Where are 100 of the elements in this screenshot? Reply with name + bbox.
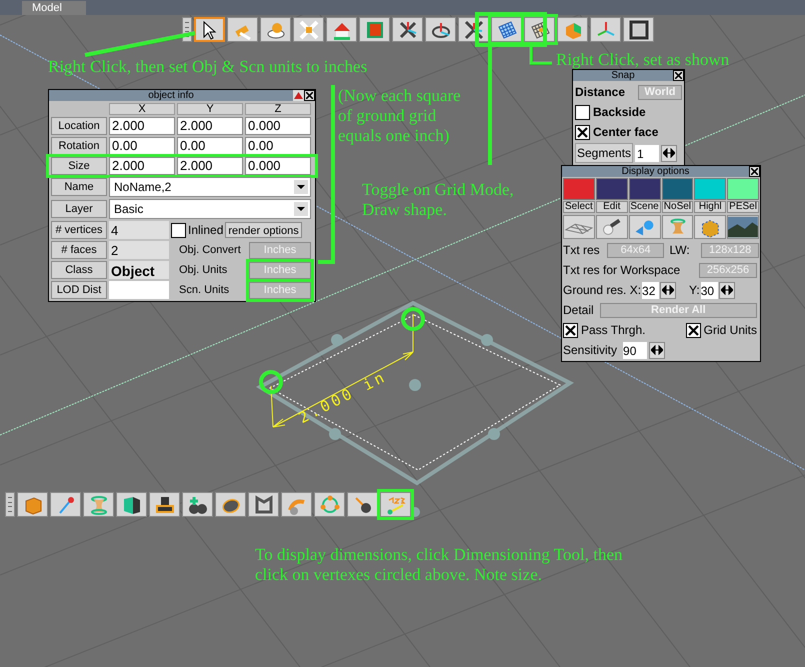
row-label: # faces (51, 241, 107, 259)
landscape-icon (728, 216, 758, 238)
checkbox-label: Pass Thrgh. (581, 322, 646, 339)
checkbox[interactable] (563, 322, 578, 338)
number-field[interactable]: 0.000 (245, 117, 311, 135)
check-mark-icon (565, 324, 576, 336)
row-label: Rotation (51, 137, 107, 155)
frame-icon (252, 494, 274, 516)
render-mode-button[interactable] (596, 215, 628, 239)
segments-field[interactable]: 1 (635, 144, 660, 162)
swatch-label: PESel (727, 201, 759, 213)
checkbox[interactable] (686, 322, 701, 338)
row-label: LOD Dist (51, 281, 107, 299)
dropdown-field[interactable]: NoName,2 (109, 177, 311, 197)
ground-y-field[interactable]: 30 (700, 282, 718, 298)
double-arrow-icon (663, 148, 676, 158)
tool-button[interactable] (116, 492, 147, 517)
value-field: Object (109, 261, 169, 279)
row-label: Layer (51, 200, 107, 218)
spinner-button[interactable] (660, 282, 676, 298)
checkbox[interactable] (575, 104, 590, 120)
setting-label: Sensitivity (563, 342, 618, 359)
collapse-icon[interactable] (293, 90, 304, 101)
swatch-label: Highl (694, 201, 726, 213)
color-swatch[interactable] (694, 178, 726, 200)
column-header: Z (245, 103, 311, 115)
render-options-button[interactable]: render options (225, 222, 302, 238)
checkbox[interactable] (575, 124, 590, 140)
row-label: Class (51, 261, 107, 279)
tool-button[interactable] (425, 17, 456, 42)
tool-button[interactable] (194, 17, 225, 42)
spinner-button[interactable] (718, 282, 735, 298)
value-field: 2 (109, 241, 169, 259)
render-mode-button[interactable] (727, 215, 759, 239)
row-label: Location (51, 117, 107, 135)
unit-label: Scn. Units (179, 282, 230, 298)
color-swatch[interactable] (727, 178, 759, 200)
distance-label: Distance (575, 84, 626, 101)
column-header: X (109, 103, 175, 115)
close-button[interactable] (749, 166, 760, 177)
checkbox-label: Center face (593, 124, 658, 141)
color-swatch[interactable] (628, 178, 660, 200)
tool-button[interactable] (182, 492, 213, 517)
setting-label: Detail (563, 302, 594, 319)
spinner-button[interactable] (649, 342, 666, 358)
color-swatch[interactable] (596, 178, 628, 200)
unit-label: Obj. Units (179, 262, 228, 278)
check-mark-icon (688, 324, 699, 336)
tool-button[interactable] (623, 17, 654, 42)
value-field: 4 (109, 221, 169, 239)
number-field[interactable]: 0.00 (109, 137, 175, 155)
double-arrow-icon (662, 285, 674, 295)
annotation-text: Toggle on Grid Mode, Draw shape. (362, 180, 514, 220)
number-field[interactable]: 2.000 (177, 157, 243, 175)
model-tab[interactable]: Model (22, 1, 86, 15)
lod-field[interactable] (109, 281, 169, 299)
spinner-button[interactable] (661, 144, 678, 162)
ground-x-field[interactable]: 32 (642, 282, 660, 298)
number-field[interactable]: 2.000 (109, 157, 175, 175)
grid-icon (496, 18, 518, 40)
column-header: Y (177, 103, 243, 115)
swatch-label: Edit (596, 201, 628, 213)
annotation-text: To display dimensions, click Dimensioning Tool, then click on vertexes circled above. Note size. (255, 545, 623, 585)
check-mark-icon (577, 126, 588, 138)
tool-button[interactable] (347, 492, 378, 517)
swatch-label: Scene (628, 201, 660, 213)
annotation-text: (Now each square of ground grid equals one inch) (338, 86, 461, 146)
annotation-text: Right Click, set as shown (556, 50, 730, 70)
tool-button[interactable] (149, 492, 180, 517)
setting-label: Txt res (563, 242, 601, 259)
scale-axis-icon (462, 18, 484, 40)
tool-button[interactable] (260, 17, 291, 42)
panel-title: object info (147, 90, 195, 101)
number-field[interactable]: 0.00 (177, 137, 243, 155)
vertex-highlight-circle (401, 307, 425, 331)
number-field[interactable]: 0.00 (245, 137, 311, 155)
number-field[interactable]: 2.000 (109, 117, 175, 135)
number-field[interactable]: 2.000 (177, 117, 243, 135)
double-arrow-icon (720, 285, 733, 295)
unit-label: Obj. Convert (179, 242, 241, 258)
panel-title: Snap (610, 70, 636, 81)
color-swatch[interactable] (662, 178, 694, 200)
swatch-label: Select (563, 201, 595, 213)
close-button[interactable] (304, 90, 315, 101)
dropdown-field[interactable]: Basic (109, 199, 311, 219)
ring-icon (318, 494, 340, 516)
close-icon (675, 72, 682, 79)
sensitivity-field[interactable]: 90 (623, 342, 648, 358)
row-label: Size (51, 157, 107, 175)
setting-label: Ground res. X: (563, 282, 642, 299)
close-button[interactable] (673, 70, 684, 81)
scale-icon (298, 18, 320, 40)
toolbar-handle-icon[interactable] (5, 492, 15, 517)
checkbox[interactable] (171, 222, 186, 238)
number-field[interactable]: 0.000 (245, 157, 311, 175)
checkbox-label: Inlined (188, 222, 224, 239)
leader-line (530, 47, 552, 64)
color-swatch[interactable] (563, 178, 595, 200)
tool-button[interactable] (392, 17, 423, 42)
checkbox-label: Grid Units (704, 322, 757, 339)
